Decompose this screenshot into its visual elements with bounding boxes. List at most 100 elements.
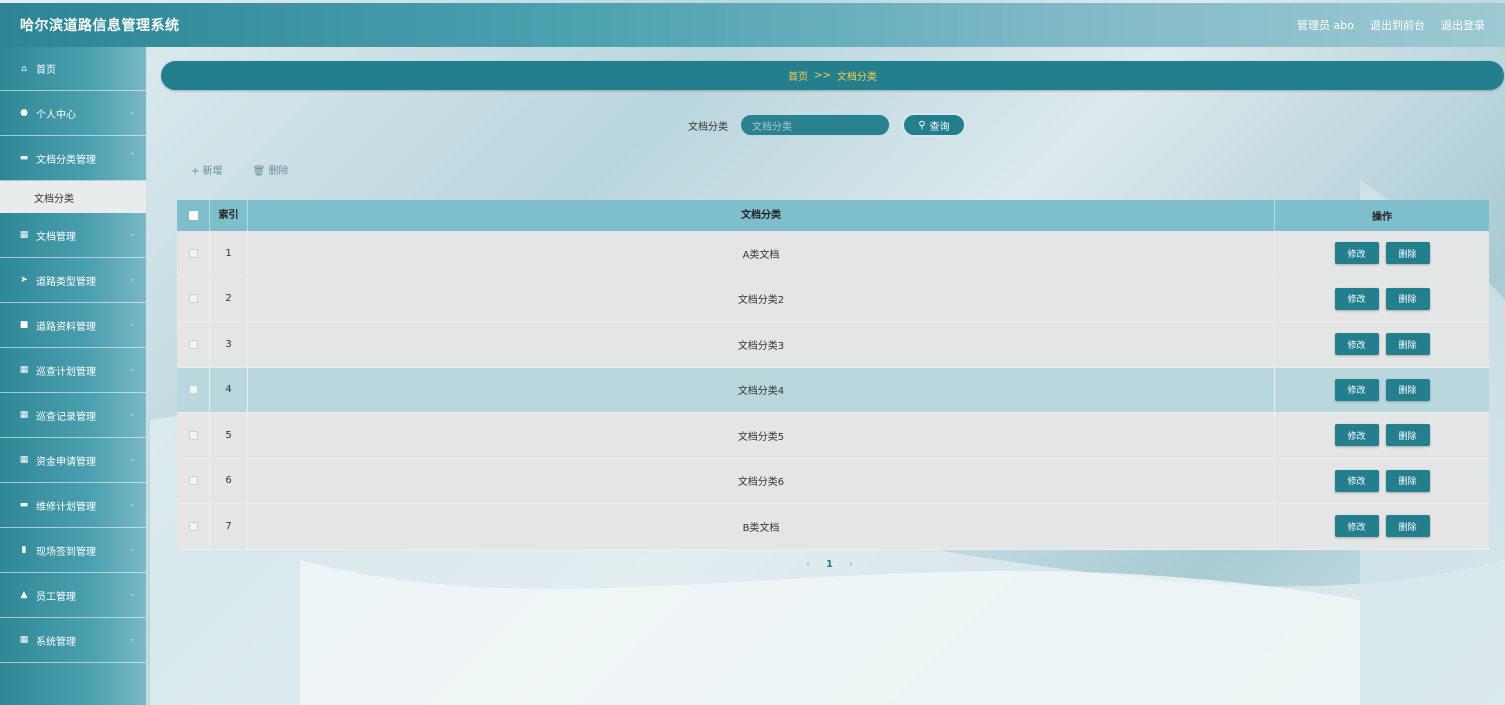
row-actions: 修改 删除: [1275, 287, 1489, 310]
chevron-up-icon: ⌃: [128, 152, 136, 162]
delete-button[interactable]: 删除: [1385, 469, 1430, 492]
row-checkbox[interactable]: [188, 339, 198, 349]
sidebar-item-label: 文档管理: [36, 231, 76, 243]
grid-icon: ▦: [19, 635, 29, 645]
cell-doc-category: 文档分类5: [248, 412, 1275, 458]
next-page-button[interactable]: ›: [849, 559, 853, 570]
delete-button[interactable]: 删除: [1385, 424, 1430, 447]
row-actions: 修改 删除: [1275, 469, 1489, 492]
sidebar-item-home[interactable]: ⌂ 首页: [0, 47, 146, 91]
sidebar-item-staff-mgmt[interactable]: ▲ 员工管理 ⌄: [0, 573, 146, 618]
exit-to-front-link[interactable]: 退出到前台: [1370, 17, 1425, 33]
sidebar-item-doc-mgmt[interactable]: ▦ 文档管理 ⌄: [0, 213, 146, 258]
app-title: 哈尔滨道路信息管理系统: [20, 18, 180, 34]
chevron-down-icon: ⌄: [128, 107, 136, 117]
sidebar-item-label: 巡查计划管理: [36, 366, 96, 378]
sidebar-subitem-doc-category[interactable]: 文档分类: [0, 181, 146, 213]
search-button-label: 查询: [929, 121, 950, 133]
search-input[interactable]: 文档分类: [740, 114, 890, 136]
row-checkbox[interactable]: [188, 430, 198, 440]
delete-button[interactable]: 删除: [1385, 378, 1430, 401]
cell-doc-category: 文档分类6: [248, 458, 1275, 504]
edit-button[interactable]: 修改: [1334, 378, 1379, 401]
chevron-down-icon: ⌄: [128, 589, 136, 599]
chevron-down-icon: ⌄: [128, 319, 136, 329]
grid-icon: ▦: [19, 410, 29, 420]
sidebar-item-label: 现场签到管理: [36, 546, 96, 558]
thumbs-up-icon: ▲: [20, 590, 28, 600]
grid-icon: ▬: [19, 153, 29, 163]
search-label: 文档分类: [688, 121, 728, 133]
breadcrumb-home[interactable]: 首页: [788, 68, 808, 83]
sidebar-item-checkin-mgmt[interactable]: ▮ 现场签到管理 ⌄: [0, 528, 146, 573]
sidebar-item-patrol-plan-mgmt[interactable]: ▦ 巡查计划管理 ⌄: [0, 348, 146, 393]
send-icon: ➤: [20, 275, 28, 285]
row-actions: 修改 删除: [1275, 424, 1489, 447]
table-header: 索引 文档分类 操作: [177, 200, 1489, 231]
cell-doc-category: 文档分类2: [248, 276, 1275, 322]
breadcrumb-separator: >>: [814, 70, 831, 81]
sidebar-item-patrol-record-mgmt[interactable]: ▦ 巡查记录管理 ⌄: [0, 393, 146, 438]
sidebar-item-road-type-mgmt[interactable]: ➤ 道路类型管理 ⌄: [0, 258, 146, 303]
batch-delete-label: 删除: [268, 166, 289, 177]
edit-button[interactable]: 修改: [1334, 242, 1379, 265]
sidebar-item-road-data-mgmt[interactable]: ■ 道路资料管理 ⌄: [0, 303, 146, 348]
sidebar-item-system-mgmt[interactable]: ▦ 系统管理 ⌄: [0, 618, 146, 663]
header-actions: 管理员 abo 退出到前台 退出登录: [1297, 17, 1485, 33]
cell-index: 2: [210, 276, 248, 322]
pagination: ‹ 1 ›: [806, 559, 853, 570]
delete-button[interactable]: 删除: [1385, 515, 1430, 538]
row-checkbox-cell: [177, 458, 210, 504]
sidebar-item-repair-plan-mgmt[interactable]: ▬ 维修计划管理 ⌄: [0, 483, 146, 528]
sidebar-item-profile[interactable]: ● 个人中心 ⌄: [0, 91, 146, 136]
column-header-doc-category: 文档分类: [248, 200, 1275, 231]
sidebar-item-label: 员工管理: [36, 591, 76, 603]
page-number[interactable]: 1: [826, 559, 833, 570]
sidebar-item-label: 维修计划管理: [36, 501, 96, 513]
cell-index: 6: [210, 458, 248, 504]
breadcrumb: 首页 >> 文档分类: [161, 61, 1504, 90]
row-checkbox-cell: [177, 321, 210, 367]
row-checkbox-cell: [177, 367, 210, 413]
sidebar-item-doc-category-mgmt[interactable]: ▬ 文档分类管理 ⌃: [0, 136, 146, 181]
row-checkbox[interactable]: [188, 521, 198, 531]
table-row: 7 B类文档 修改 删除: [177, 503, 1489, 550]
select-all-checkbox[interactable]: [188, 211, 198, 220]
edit-button[interactable]: 修改: [1334, 287, 1379, 310]
column-header-actions: 操作: [1372, 212, 1392, 223]
add-button[interactable]: + 新增: [191, 162, 223, 177]
search-icon: ⚲: [918, 119, 926, 131]
current-user: 管理员 abo: [1297, 19, 1354, 32]
chevron-down-icon: ⌄: [128, 274, 136, 284]
home-icon: ⌂: [21, 63, 27, 74]
row-checkbox[interactable]: [188, 294, 198, 304]
delete-button[interactable]: 删除: [1385, 287, 1430, 310]
edit-button[interactable]: 修改: [1334, 469, 1379, 492]
trash-icon: 🗑: [252, 166, 266, 177]
delete-button[interactable]: 删除: [1385, 242, 1430, 265]
table-row: 4 文档分类4 修改 删除: [177, 367, 1489, 413]
logout-link[interactable]: 退出登录: [1441, 17, 1485, 33]
chevron-down-icon: ⌄: [128, 634, 136, 644]
table-row: 5 文档分类5 修改 删除: [177, 412, 1489, 459]
delete-button[interactable]: 删除: [1385, 333, 1430, 356]
sidebar-item-label: 巡查记录管理: [36, 411, 96, 423]
prev-page-button[interactable]: ‹: [806, 559, 810, 570]
row-checkbox-cell: [177, 276, 210, 322]
edit-button[interactable]: 修改: [1334, 515, 1379, 538]
row-checkbox[interactable]: [188, 476, 198, 486]
cell-doc-category: 文档分类4: [248, 367, 1275, 413]
sidebar-item-fund-apply-mgmt[interactable]: ▦ 资金申请管理 ⌄: [0, 438, 146, 483]
row-checkbox-cell: [177, 412, 210, 458]
user-icon: ●: [20, 108, 28, 118]
edit-button[interactable]: 修改: [1334, 333, 1379, 356]
batch-delete-button[interactable]: 🗑 删除: [253, 162, 289, 177]
data-table: 索引 文档分类 操作 1 A类文档 修改 删除 2 文档分类2 修改 删除 3 …: [177, 200, 1489, 550]
row-checkbox[interactable]: [188, 385, 198, 395]
cell-doc-category: B类文档: [248, 503, 1275, 549]
row-checkbox[interactable]: [188, 248, 198, 258]
row-actions: 修改 删除: [1275, 378, 1489, 401]
cell-index: 7: [210, 503, 248, 549]
search-button[interactable]: ⚲ 查询: [902, 113, 966, 137]
edit-button[interactable]: 修改: [1334, 424, 1379, 447]
